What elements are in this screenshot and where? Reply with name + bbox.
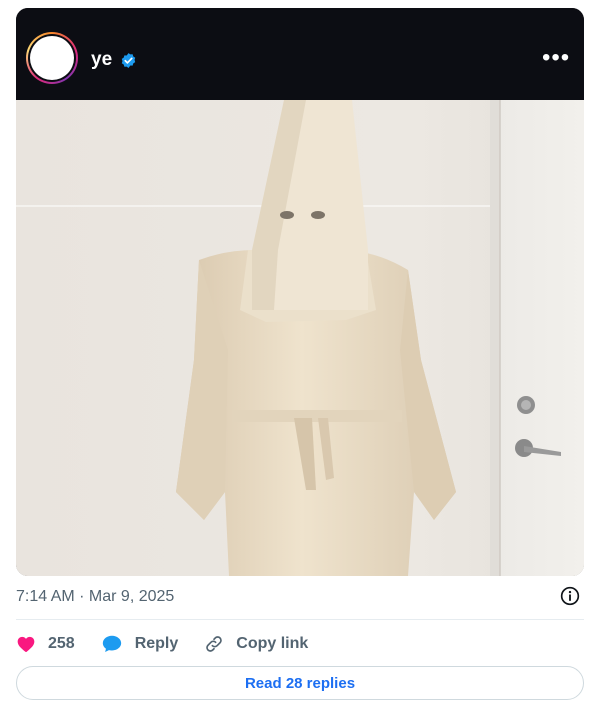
reply-button[interactable]: Reply: [101, 633, 179, 655]
more-icon[interactable]: •••: [542, 46, 570, 70]
embedded-post-card: ye •••: [16, 8, 584, 576]
avatar[interactable]: [26, 32, 78, 84]
link-icon: [206, 636, 223, 652]
copy-link-label: Copy link: [236, 635, 309, 652]
avatar-image: [30, 36, 74, 80]
verified-badge-icon: [121, 53, 136, 68]
info-icon[interactable]: [560, 586, 580, 606]
like-count: 258: [48, 635, 75, 652]
username[interactable]: ye: [91, 50, 112, 70]
read-replies-label: Read 28 replies: [244, 674, 356, 692]
post-timestamp[interactable]: 7:14 AM · Mar 9, 2025: [16, 588, 174, 606]
robe-photo: [16, 100, 584, 576]
copy-link-button[interactable]: Copy link: [204, 634, 308, 654]
read-replies-button[interactable]: Read 28 replies: [16, 666, 584, 700]
reply-label: Reply: [134, 635, 179, 652]
post-header: ye •••: [16, 8, 584, 100]
reply-icon: [102, 635, 121, 652]
action-bar: 258 Reply Copy link: [16, 632, 334, 656]
post-image[interactable]: [16, 100, 584, 576]
divider: [16, 619, 584, 620]
like-button[interactable]: 258: [16, 634, 75, 654]
heart-icon: [17, 636, 35, 652]
